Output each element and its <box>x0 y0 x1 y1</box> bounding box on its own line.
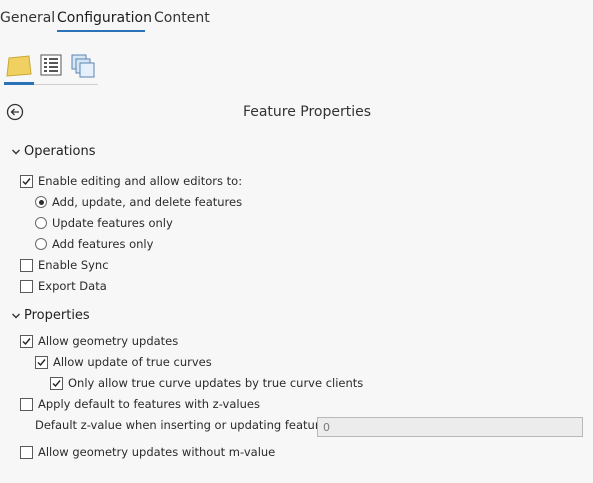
checkbox-unchecked <box>20 279 33 293</box>
radio-update-only[interactable]: Update features only <box>35 216 173 230</box>
checkbox-checked <box>20 174 33 188</box>
enable-sync-checkbox[interactable]: Enable Sync <box>20 258 109 272</box>
default-z-label: Default z-value when inserting or updati… <box>35 418 333 432</box>
allow-geometry-updates-label: Allow geometry updates <box>38 334 179 348</box>
allow-without-m-label: Allow geometry updates without m-value <box>38 445 276 459</box>
default-z-input[interactable] <box>317 417 583 437</box>
apply-default-z-checkbox[interactable]: Apply default to features with z-values <box>20 397 260 411</box>
tab-content[interactable]: Content <box>154 10 210 26</box>
export-data-checkbox[interactable]: Export Data <box>20 279 107 293</box>
allow-geometry-updates-checkbox[interactable]: Allow geometry updates <box>20 334 178 348</box>
operations-section-header[interactable]: Operations <box>10 144 95 159</box>
allow-without-m-checkbox[interactable]: Allow geometry updates without m-value <box>20 445 275 459</box>
chevron-down-icon <box>12 313 20 318</box>
apply-default-z-label: Apply default to features with z-values <box>38 397 260 411</box>
radio-unselected <box>35 217 47 229</box>
tab-configuration[interactable]: Configuration <box>57 10 152 26</box>
checkbox-checked <box>50 376 63 390</box>
radio-selected <box>35 196 47 208</box>
radio-update-only-label: Update features only <box>52 216 173 230</box>
radio-add-only[interactable]: Add features only <box>35 237 153 251</box>
active-tab-underline <box>57 30 145 32</box>
operations-label: Operations <box>24 144 96 159</box>
enable-editing-label: Enable editing and allow editors to: <box>38 174 243 188</box>
feature-layer-icon[interactable] <box>4 52 34 80</box>
radio-add-update-delete[interactable]: Add, update, and delete features <box>35 195 242 209</box>
checkbox-unchecked <box>20 258 33 272</box>
chevron-down-icon <box>12 149 20 154</box>
properties-section-header[interactable]: Properties <box>10 308 90 323</box>
checkbox-checked <box>35 355 48 369</box>
checkbox-checked <box>20 334 33 348</box>
radio-add-update-delete-label: Add, update, and delete features <box>52 195 243 209</box>
enable-editing-checkbox[interactable]: Enable editing and allow editors to: <box>20 174 242 188</box>
checkbox-unchecked <box>20 445 33 459</box>
allow-true-curves-label: Allow update of true curves <box>53 355 212 369</box>
active-icon-underline <box>4 82 34 85</box>
list-properties-icon[interactable] <box>37 52 67 80</box>
checkbox-unchecked <box>20 397 33 411</box>
copies-icon[interactable] <box>68 52 98 80</box>
panel-title: Feature Properties <box>242 104 372 120</box>
tab-general[interactable]: General <box>0 10 55 26</box>
properties-label: Properties <box>24 308 90 323</box>
only-true-curve-clients-checkbox[interactable]: Only allow true curve updates by true cu… <box>50 376 363 390</box>
radio-unselected <box>35 238 47 250</box>
radio-add-only-label: Add features only <box>52 237 154 251</box>
export-data-label: Export Data <box>38 279 107 293</box>
only-true-curve-clients-label: Only allow true curve updates by true cu… <box>68 376 364 390</box>
allow-true-curves-checkbox[interactable]: Allow update of true curves <box>35 355 212 369</box>
enable-sync-label: Enable Sync <box>38 258 109 272</box>
